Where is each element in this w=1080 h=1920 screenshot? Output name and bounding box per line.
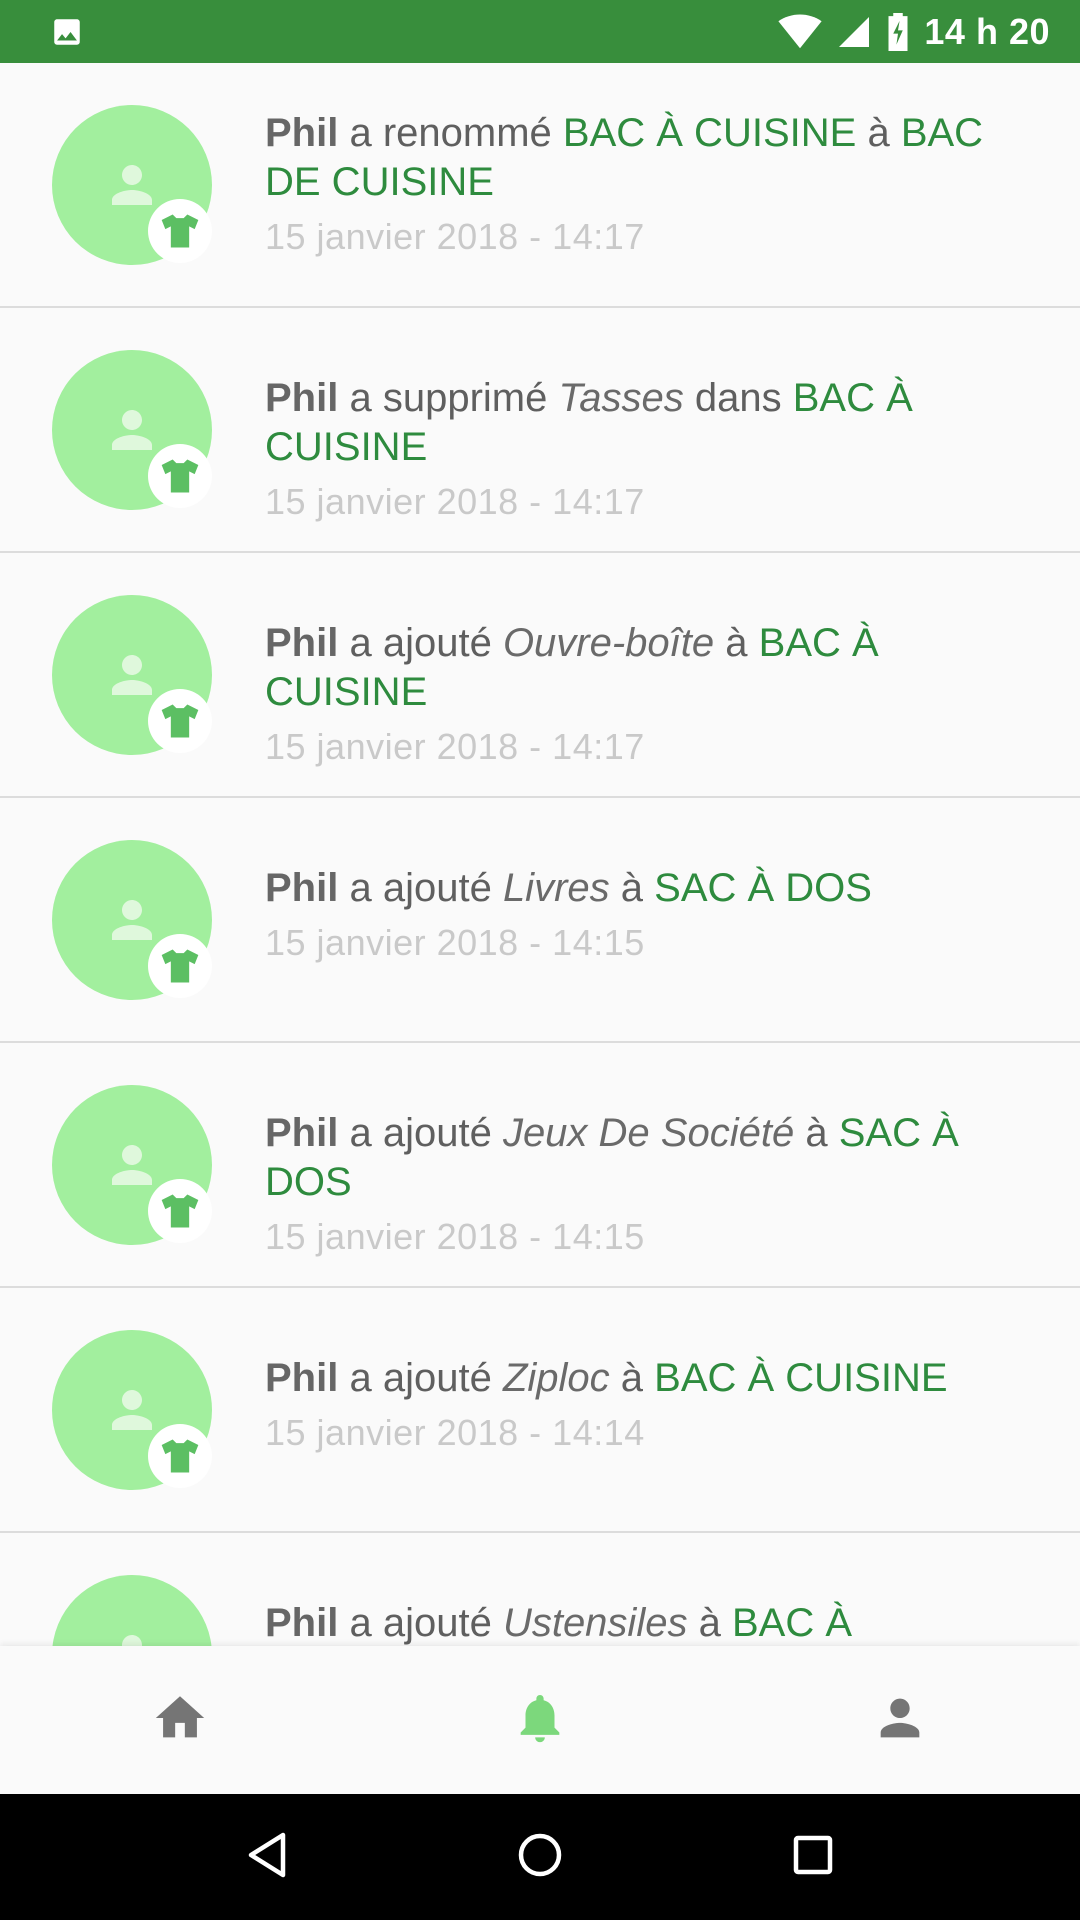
- person-icon: [102, 155, 162, 220]
- shirt-badge-icon: [148, 689, 212, 753]
- target-container: SAC À DOS: [654, 866, 872, 910]
- item-name: Ziploc: [502, 1356, 610, 1400]
- shirt-badge-icon: [148, 1179, 212, 1243]
- actor-name: Phil: [265, 621, 339, 665]
- action-verb: a renommé: [349, 111, 552, 155]
- nav-profile-button[interactable]: [840, 1670, 960, 1770]
- actor-name: Phil: [265, 111, 339, 155]
- nav-home-button[interactable]: [120, 1670, 240, 1770]
- shirt-badge-icon: [148, 934, 212, 998]
- connector-text: à: [620, 866, 644, 910]
- system-back-button[interactable]: [222, 1812, 312, 1902]
- avatar: [52, 1330, 212, 1490]
- action-verb: a ajouté: [349, 866, 492, 910]
- action-verb: a ajouté: [349, 1601, 492, 1645]
- connector-text: à: [698, 1601, 721, 1645]
- connector-text: à: [620, 1356, 644, 1400]
- activity-feed[interactable]: Phil a renommé BAC À CUISINE à BAC DE CU…: [0, 63, 1080, 1646]
- back-icon: [245, 1831, 289, 1884]
- timestamp: 15 janvier 2018 - 14:14: [265, 1412, 645, 1453]
- activity-text: Phil a ajouté Jeux De Société à SAC À DO…: [265, 1109, 1024, 1257]
- system-home-button[interactable]: [495, 1812, 585, 1902]
- avatar: [52, 350, 212, 510]
- avatar: [52, 1085, 212, 1245]
- activity-text: Phil a ajouté Livres à SAC À DOS 15 janvi…: [265, 864, 1024, 963]
- bottom-navigation: [0, 1646, 1080, 1794]
- connector-text: à: [725, 621, 748, 665]
- item-name: Ouvre-boîte: [502, 621, 715, 665]
- avatar: [52, 1575, 212, 1646]
- activity-item[interactable]: Phil a supprimé Tasses dans BAC À CUISIN…: [0, 308, 1080, 553]
- signal-icon: [836, 14, 872, 50]
- activity-item[interactable]: Phil a ajouté Ustensiles à BAC À CUISINE: [0, 1533, 1080, 1646]
- person-icon: [102, 645, 162, 710]
- action-verb: a ajouté: [349, 1356, 492, 1400]
- status-bar: 14 h 20: [0, 0, 1080, 63]
- shirt-badge-icon: [148, 444, 212, 508]
- person-icon: [102, 1135, 162, 1200]
- item-name: Livres: [502, 866, 610, 910]
- recents-icon: [793, 1835, 833, 1880]
- activity-description: Phil a ajouté Ziploc à BAC À CUISINE: [265, 1354, 1024, 1403]
- activity-item[interactable]: Phil a ajouté Ouvre-boîte à BAC À CUISIN…: [0, 553, 1080, 798]
- activity-item[interactable]: Phil a ajouté Jeux De Société à SAC À DO…: [0, 1043, 1080, 1288]
- activity-description: Phil a ajouté Ustensiles à BAC À CUISINE: [265, 1599, 1024, 1646]
- activity-text: Phil a supprimé Tasses dans BAC À CUISIN…: [265, 374, 1024, 522]
- actor-name: Phil: [265, 376, 339, 420]
- activity-description: Phil a ajouté Jeux De Société à SAC À DO…: [265, 1109, 1024, 1207]
- activity-description: Phil a renommé BAC À CUISINE à BAC DE CU…: [265, 109, 1024, 207]
- timestamp: 15 janvier 2018 - 14:15: [265, 922, 645, 963]
- timestamp: 15 janvier 2018 - 14:15: [265, 1216, 645, 1257]
- actor-name: Phil: [265, 1356, 339, 1400]
- activity-item[interactable]: Phil a ajouté Ziploc à BAC À CUISINE 15 j…: [0, 1288, 1080, 1533]
- person-icon: [102, 1625, 162, 1646]
- bell-icon: [511, 1689, 569, 1752]
- actor-name: Phil: [265, 1601, 339, 1645]
- person-icon: [102, 890, 162, 955]
- target-container: BAC À CUISINE: [562, 111, 857, 155]
- nav-notifications-button[interactable]: [480, 1670, 600, 1770]
- activity-item[interactable]: Phil a ajouté Livres à SAC À DOS 15 janvi…: [0, 798, 1080, 1043]
- activity-description: Phil a ajouté Ouvre-boîte à BAC À CUISIN…: [265, 619, 1024, 717]
- activity-description: Phil a ajouté Livres à SAC À DOS: [265, 864, 1024, 913]
- shirt-badge-icon: [148, 1424, 212, 1488]
- avatar: [52, 105, 212, 265]
- actor-name: Phil: [265, 866, 339, 910]
- connector-text: à: [805, 1111, 828, 1155]
- activity-description: Phil a supprimé Tasses dans BAC À CUISIN…: [265, 374, 1024, 472]
- wifi-icon: [778, 13, 823, 50]
- connector-text: dans: [694, 376, 782, 420]
- status-time: 14 h 20: [924, 10, 1050, 52]
- target-container: BAC À CUISINE: [654, 1356, 948, 1400]
- activity-text: Phil a ajouté Ustensiles à BAC À CUISINE: [265, 1599, 1024, 1646]
- item-name: Ustensiles: [502, 1601, 688, 1645]
- person-icon: [102, 400, 162, 465]
- home-icon: [151, 1689, 209, 1752]
- activity-text: Phil a renommé BAC À CUISINE à BAC DE CU…: [265, 109, 1024, 257]
- system-navigation-bar: [0, 1794, 1080, 1920]
- connector-text: à: [867, 111, 890, 155]
- activity-item[interactable]: Phil a renommé BAC À CUISINE à BAC DE CU…: [0, 63, 1080, 308]
- person-icon: [102, 1380, 162, 1445]
- item-name: Jeux De Société: [502, 1111, 795, 1155]
- item-name: Tasses: [558, 376, 684, 420]
- avatar: [52, 840, 212, 1000]
- shirt-badge-icon: [148, 199, 212, 263]
- avatar: [52, 595, 212, 755]
- system-recents-button[interactable]: [768, 1812, 858, 1902]
- timestamp: 15 janvier 2018 - 14:17: [265, 216, 645, 257]
- action-verb: a ajouté: [349, 621, 492, 665]
- actor-name: Phil: [265, 1111, 339, 1155]
- action-verb: a ajouté: [349, 1111, 492, 1155]
- action-verb: a supprimé: [349, 376, 548, 420]
- image-icon: [50, 15, 84, 49]
- timestamp: 15 janvier 2018 - 14:17: [265, 726, 645, 767]
- timestamp: 15 janvier 2018 - 14:17: [265, 481, 645, 522]
- home-circle-icon: [517, 1832, 563, 1883]
- activity-text: Phil a ajouté Ouvre-boîte à BAC À CUISIN…: [265, 619, 1024, 767]
- activity-text: Phil a ajouté Ziploc à BAC À CUISINE 15 j…: [265, 1354, 1024, 1453]
- battery-charging-icon: [886, 12, 910, 51]
- person-icon: [871, 1689, 929, 1752]
